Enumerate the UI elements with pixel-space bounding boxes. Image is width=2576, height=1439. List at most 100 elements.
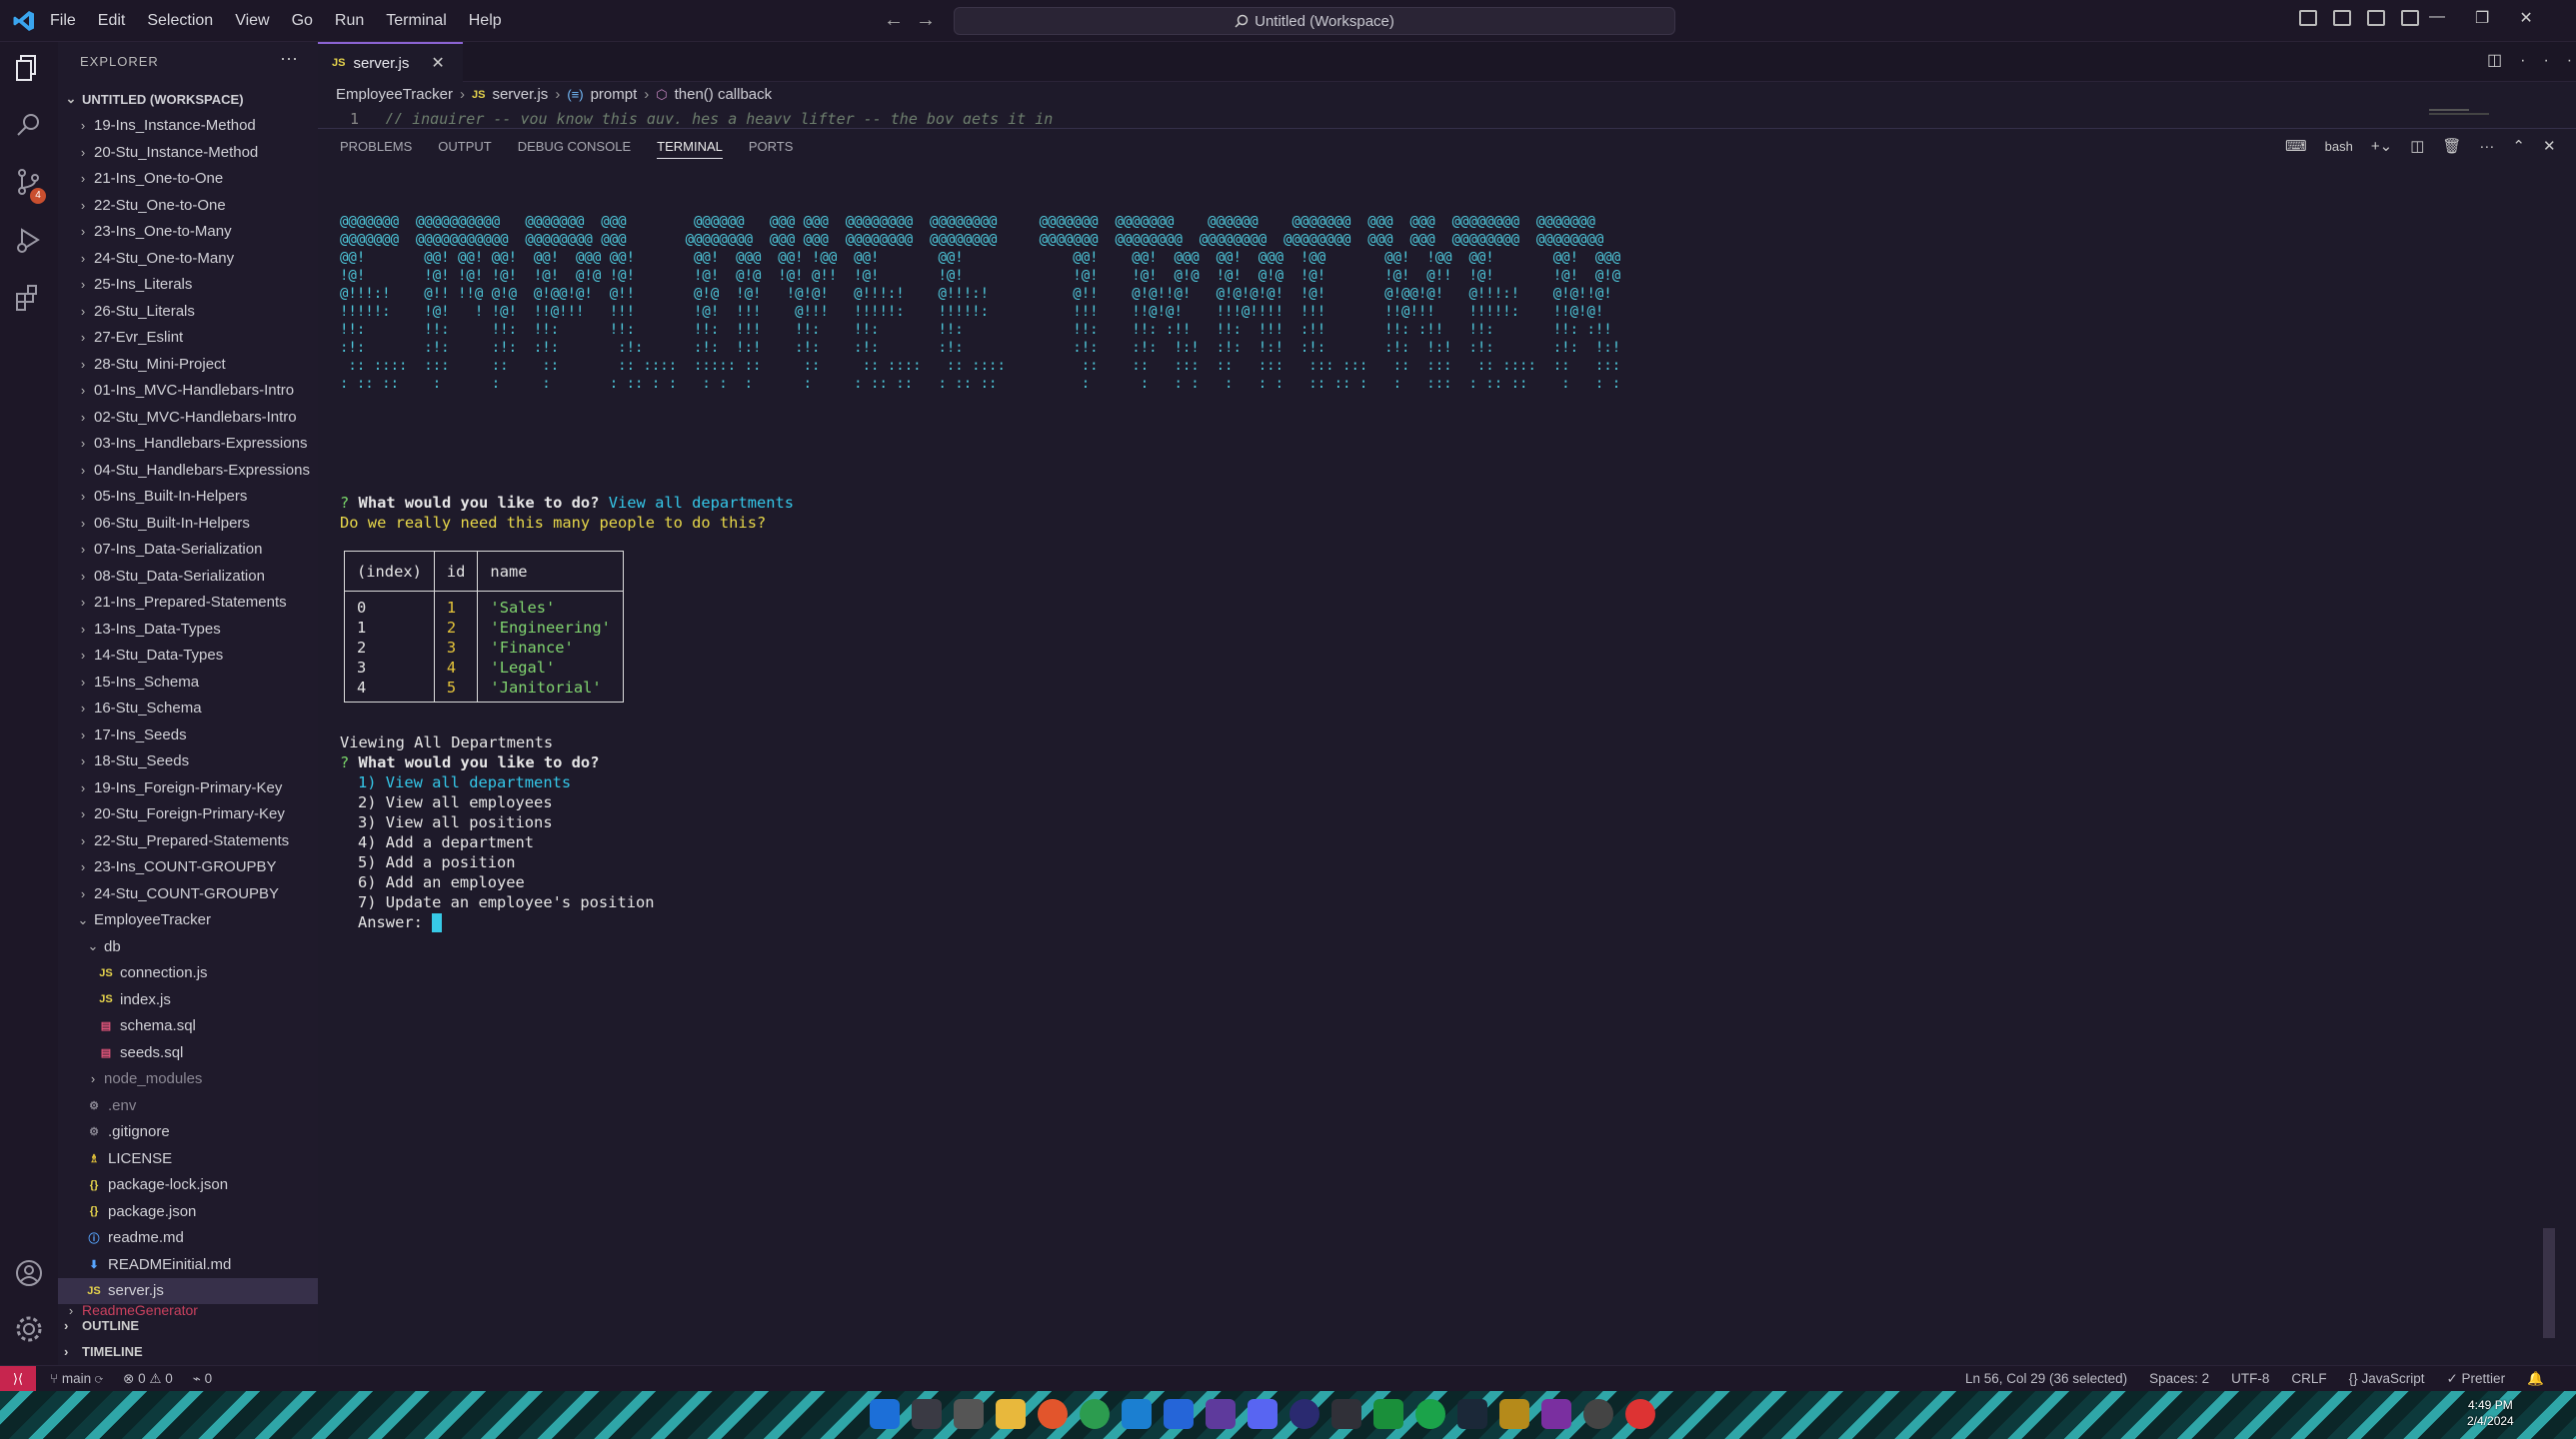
folder-item[interactable]: › 26-Stu_Literals: [58, 298, 318, 325]
back-arrow-icon[interactable]: ←: [884, 9, 916, 31]
folder-item[interactable]: › 22-Stu_One-to-One: [58, 192, 318, 219]
tab-debug-console[interactable]: DEBUG CONSOLE: [518, 139, 631, 159]
forward-arrow-icon[interactable]: →: [916, 9, 948, 31]
menu-view[interactable]: View: [235, 12, 269, 30]
breadcrumb-file[interactable]: server.js: [492, 86, 548, 103]
folder-item[interactable]: › 03-Ins_Handlebars-Expressions: [58, 431, 318, 458]
folder-item[interactable]: › 14-Stu_Data-Types: [58, 643, 318, 670]
folder-item[interactable]: › 22-Stu_Prepared-Statements: [58, 827, 318, 854]
search-icon[interactable]: [13, 110, 45, 142]
folder-item[interactable]: › 16-Stu_Schema: [58, 696, 318, 722]
system-clock[interactable]: 4:49 PM 2/4/2024: [2467, 1397, 2514, 1429]
folder-item[interactable]: › 02-Stu_MVC-Handlebars-Intro: [58, 404, 318, 431]
folder-item[interactable]: › 19-Ins_Foreign-Primary-Key: [58, 774, 318, 801]
minimap[interactable]: [2429, 107, 2509, 117]
accounts-icon[interactable]: [13, 1257, 45, 1289]
menu-option-1[interactable]: 1) View all departments: [358, 772, 571, 792]
close-window-icon[interactable]: ✕: [2519, 8, 2532, 28]
file-explorer-icon[interactable]: [996, 1399, 1026, 1429]
more-actions-icon[interactable]: ···: [2520, 52, 2576, 69]
split-terminal-icon[interactable]: ◫: [2410, 137, 2424, 155]
prettier-status[interactable]: ✓ Prettier: [2446, 1371, 2505, 1387]
task-view-icon[interactable]: [954, 1399, 984, 1429]
branch-indicator[interactable]: ⑂ main ⟳: [50, 1371, 103, 1387]
folder-item[interactable]: › 24-Stu_One-to-Many: [58, 245, 318, 272]
menu-selection[interactable]: Selection: [147, 12, 213, 30]
explorer-more-icon[interactable]: ···: [280, 48, 298, 69]
ports-indicator[interactable]: ⌁ 0: [193, 1371, 212, 1387]
shell-name[interactable]: bash: [2325, 139, 2353, 154]
folder-item[interactable]: › 20-Stu_Foreign-Primary-Key: [58, 801, 318, 828]
app-icon[interactable]: [1541, 1399, 1571, 1429]
file-seeds-sql[interactable]: ▤ seeds.sql: [58, 1039, 318, 1066]
line-ending[interactable]: CRLF: [2291, 1371, 2326, 1387]
file-readme-md[interactable]: ⓘ readme.md: [58, 1225, 318, 1252]
file-license[interactable]: ♗ LICENSE: [58, 1145, 318, 1172]
menu-option-2[interactable]: 2) View all employees: [358, 792, 553, 812]
folder-item[interactable]: › 17-Ins_Seeds: [58, 721, 318, 748]
folder-item[interactable]: › 15-Ins_Schema: [58, 669, 318, 696]
extensions-icon[interactable]: [13, 282, 45, 314]
menu-terminal[interactable]: Terminal: [386, 12, 446, 30]
outline-section[interactable]: › OUTLINE: [58, 1312, 318, 1338]
toggle-sidebar-icon[interactable]: [2299, 10, 2317, 26]
start-menu-icon[interactable]: [870, 1399, 900, 1429]
breadcrumb-symbol[interactable]: prompt: [591, 86, 638, 103]
folder-db[interactable]: ⌄ db: [58, 933, 318, 960]
folder-item[interactable]: › 25-Ins_Literals: [58, 272, 318, 299]
notifications-bell-icon[interactable]: 🔔: [2527, 1371, 2544, 1387]
menu-edit[interactable]: Edit: [98, 12, 126, 30]
cursor-position[interactable]: Ln 56, Col 29 (36 selected): [1965, 1371, 2127, 1387]
folder-item[interactable]: › 13-Ins_Data-Types: [58, 616, 318, 643]
file-index-js[interactable]: JS index.js: [58, 986, 318, 1013]
tab-problems[interactable]: PROBLEMS: [340, 139, 412, 159]
search-icon[interactable]: [912, 1399, 942, 1429]
vscode-taskbar-icon[interactable]: [1122, 1399, 1152, 1429]
slack-icon[interactable]: [1206, 1399, 1236, 1429]
folder-item[interactable]: › 23-Ins_COUNT-GROUPBY: [58, 854, 318, 881]
chrome-canary-icon[interactable]: [1625, 1399, 1655, 1429]
more-actions-icon[interactable]: ···: [2479, 138, 2494, 155]
terminal-scrollbar[interactable]: [2543, 1228, 2555, 1338]
file-gitignore[interactable]: ⚙ .gitignore: [58, 1119, 318, 1146]
menu-go[interactable]: Go: [292, 12, 313, 30]
app-icon[interactable]: [1289, 1399, 1319, 1429]
file-schema-sql[interactable]: ▤ schema.sql: [58, 1013, 318, 1040]
menu-run[interactable]: Run: [335, 12, 364, 30]
file-package-lock-json[interactable]: {} package-lock.json: [58, 1172, 318, 1199]
menu-option-5[interactable]: 5) Add a position: [358, 852, 516, 872]
terminal-output[interactable]: @@@@@@@ @@@@@@@@@@ @@@@@@@ @@@ @@@@@@ @@…: [340, 165, 2539, 1344]
menu-help[interactable]: Help: [469, 12, 502, 30]
file-readmeinitial-md[interactable]: ⬇ READMEinitial.md: [58, 1251, 318, 1278]
file-server-js[interactable]: JS server.js: [58, 1277, 318, 1304]
toggle-secondary-sidebar-icon[interactable]: [2367, 10, 2385, 26]
language-mode[interactable]: {} JavaScript: [2349, 1371, 2425, 1387]
encoding[interactable]: UTF-8: [2231, 1371, 2269, 1387]
tab-ports[interactable]: PORTS: [749, 139, 794, 159]
folder-item[interactable]: › 27-Evr_Eslint: [58, 325, 318, 352]
folder-item[interactable]: › 07-Ins_Data-Serialization: [58, 537, 318, 564]
menu-option-7[interactable]: 7) Update an employee's position: [358, 892, 655, 912]
split-editor-icon[interactable]: ◫: [2487, 52, 2520, 69]
folder-employeetracker[interactable]: ⌄ EmployeeTracker: [58, 907, 318, 934]
folder-item[interactable]: › 20-Stu_Instance-Method: [58, 139, 318, 166]
maximize-panel-icon[interactable]: ⌃: [2512, 137, 2525, 155]
menu-option-6[interactable]: 6) Add an employee: [358, 872, 525, 892]
toggle-panel-icon[interactable]: [2333, 10, 2351, 26]
zoom-icon[interactable]: [1164, 1399, 1194, 1429]
menu-file[interactable]: File: [50, 12, 76, 30]
file-package-json[interactable]: {} package.json: [58, 1198, 318, 1225]
menu-option-3[interactable]: 3) View all positions: [358, 812, 553, 832]
timeline-section[interactable]: › TIMELINE: [58, 1338, 318, 1364]
folder-item[interactable]: › 18-Stu_Seeds: [58, 748, 318, 775]
discord-icon[interactable]: [1248, 1399, 1278, 1429]
customize-layout-icon[interactable]: [2401, 10, 2419, 26]
folder-item[interactable]: › 21-Ins_Prepared-Statements: [58, 590, 318, 617]
explorer-icon[interactable]: [13, 52, 45, 84]
github-icon[interactable]: [1583, 1399, 1613, 1429]
restore-icon[interactable]: ❐: [2475, 8, 2489, 28]
folder-item[interactable]: › 24-Stu_COUNT-GROUPBY: [58, 880, 318, 907]
wow-icon[interactable]: [1499, 1399, 1529, 1429]
folder-item[interactable]: › 08-Stu_Data-Serialization: [58, 563, 318, 590]
menu-option-4[interactable]: 4) Add a department: [358, 832, 534, 852]
